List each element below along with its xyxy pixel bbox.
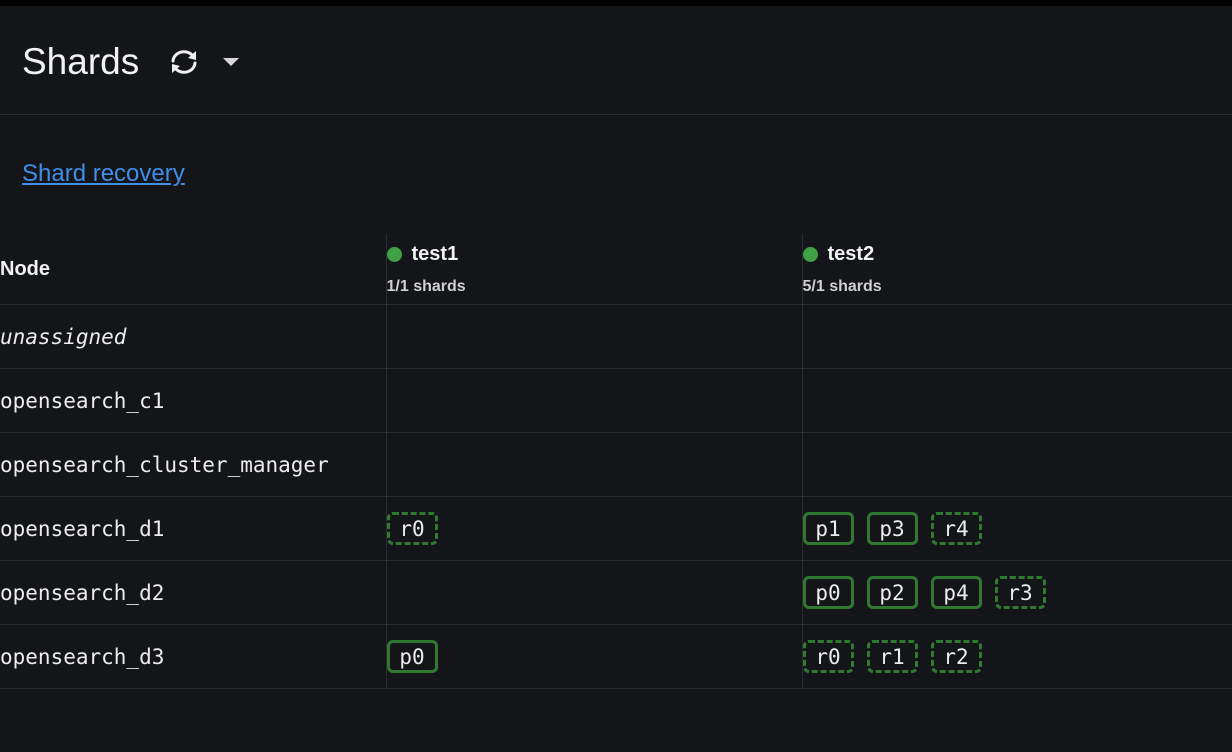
shard-list: p0 — [386, 640, 802, 673]
page-title: Shards — [22, 41, 140, 82]
node-name: opensearch_d1 — [0, 496, 386, 561]
shard-cell-test2: p1 p3 r4 — [801, 496, 1232, 561]
table-row: opensearch_d3 p0 r0 r1 r2 — [0, 624, 1232, 689]
shard-cell-test2 — [801, 304, 1232, 369]
table-row: opensearch_cluster_manager — [0, 432, 1232, 497]
primary-shard[interactable]: p1 — [802, 512, 854, 545]
shard-cell-test2 — [801, 368, 1232, 433]
shard-cell-test1: p0 — [385, 624, 802, 689]
table-row: opensearch_d2 p0 p2 p4 r3 — [0, 560, 1232, 625]
index-name: test2 — [827, 242, 875, 265]
index-header-test1[interactable]: test1 1/1 shards — [385, 234, 802, 305]
shard-cell-test2 — [801, 432, 1232, 497]
shards-table: Node test1 1/1 shards test2 5/1 shards u… — [0, 234, 1232, 689]
shard-cell-test1 — [385, 432, 802, 497]
replica-shard[interactable]: r0 — [386, 512, 438, 545]
shard-cell-test1: r0 — [385, 496, 802, 561]
replica-shard[interactable]: r0 — [802, 640, 854, 673]
health-status-dot — [386, 246, 402, 262]
shard-cell-test1 — [385, 560, 802, 625]
primary-shard[interactable]: p0 — [802, 576, 854, 609]
node-name: opensearch_cluster_manager — [0, 432, 386, 497]
replica-shard[interactable]: r2 — [930, 640, 982, 673]
refresh-options-dropdown[interactable] — [218, 50, 244, 74]
shard-recovery-link[interactable]: Shard recovery — [22, 160, 185, 188]
table-row: unassigned — [0, 304, 1232, 369]
shard-list: p0 p2 p4 r3 — [802, 576, 1232, 609]
shard-cell-test2: p0 p2 p4 r3 — [801, 560, 1232, 625]
table-row: opensearch_d1 r0 p1 p3 r4 — [0, 496, 1232, 561]
shard-list: r0 — [386, 512, 802, 545]
node-name: opensearch_c1 — [0, 368, 386, 433]
shard-cell-test1 — [385, 368, 802, 433]
primary-shard[interactable]: p4 — [930, 576, 982, 609]
shard-list: r0 r1 r2 — [802, 640, 1232, 673]
node-name: opensearch_d2 — [0, 560, 386, 625]
index-shard-count: 5/1 shards — [802, 277, 882, 295]
index-header-test2[interactable]: test2 5/1 shards — [801, 234, 1232, 305]
page-header: Shards — [0, 6, 1232, 115]
primary-shard[interactable]: p2 — [866, 576, 918, 609]
replica-shard[interactable]: r1 — [866, 640, 918, 673]
health-status-dot — [802, 246, 818, 262]
primary-shard[interactable]: p3 — [866, 512, 918, 545]
replica-shard[interactable]: r4 — [930, 512, 982, 545]
index-name: test1 — [411, 242, 459, 265]
refresh-icon — [171, 50, 197, 74]
index-shard-count: 1/1 shards — [386, 277, 466, 295]
primary-shard[interactable]: p0 — [386, 640, 438, 673]
table-header-row: Node test1 1/1 shards test2 5/1 shards — [0, 234, 1232, 305]
caret-down-icon — [223, 58, 239, 66]
refresh-button[interactable] — [166, 46, 202, 78]
shard-cell-test2: r0 r1 r2 — [801, 624, 1232, 689]
shard-cell-test1 — [385, 304, 802, 369]
shard-list: p1 p3 r4 — [802, 512, 1232, 545]
table-row: opensearch_c1 — [0, 368, 1232, 433]
replica-shard[interactable]: r3 — [994, 576, 1046, 609]
node-name: opensearch_d3 — [0, 624, 386, 689]
node-column-header: Node — [0, 234, 386, 305]
node-name: unassigned — [0, 304, 386, 369]
